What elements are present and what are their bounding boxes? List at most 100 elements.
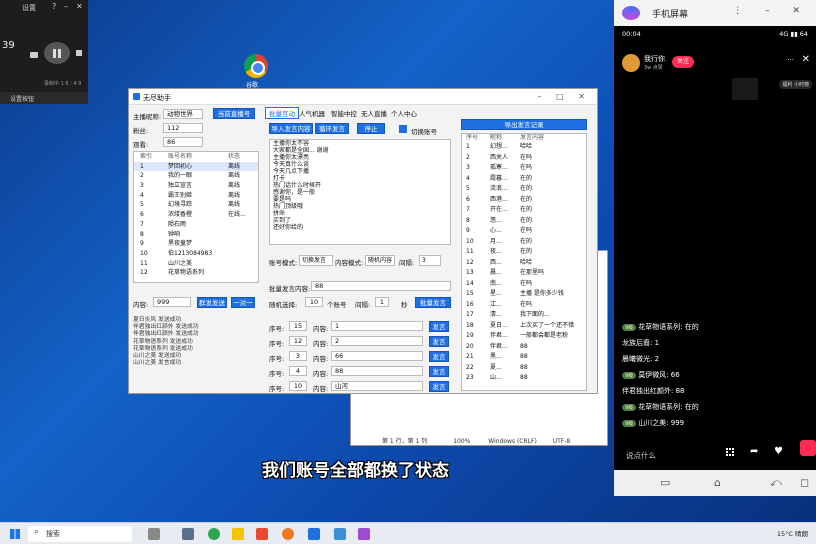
- seq-content-input[interactable]: 1: [331, 321, 423, 331]
- record-row[interactable]: 8 悠... 在的: [462, 216, 586, 227]
- tab-batch[interactable]: 批量互动: [265, 107, 299, 119]
- record-row[interactable]: 13 晨... 在那里吗: [462, 268, 586, 279]
- record-row[interactable]: 1 幻想... 哈哈: [462, 142, 586, 153]
- comment-user[interactable]: 花草物语系列:: [638, 323, 682, 331]
- seq-content-input[interactable]: 山河: [331, 381, 423, 391]
- message-item[interactable]: 买到了: [270, 217, 450, 224]
- record-row[interactable]: 15 星... 主播 是你多少钱: [462, 289, 586, 300]
- stop-icon[interactable]: [76, 50, 82, 56]
- nav-screen-icon[interactable]: ◻: [800, 476, 809, 489]
- seq-send-button[interactable]: 发言: [429, 366, 449, 377]
- message-item[interactable]: 今天真什么谈: [270, 161, 450, 168]
- tab-smart-control[interactable]: 智能中控: [331, 108, 357, 118]
- message-item[interactable]: 今天几点下播: [270, 168, 450, 175]
- grid-icon[interactable]: [726, 448, 734, 456]
- account-row[interactable]: 8 钟响: [134, 230, 258, 240]
- one-by-one-button[interactable]: 一对一: [231, 297, 255, 308]
- record-row[interactable]: 3 孤寒... 在吗: [462, 163, 586, 174]
- phone-window-controls[interactable]: ⋮ – ✕: [733, 6, 810, 16]
- record-row[interactable]: 5 流浪... 在的: [462, 184, 586, 195]
- interval2-input[interactable]: 1: [375, 297, 389, 307]
- record-row[interactable]: 14 南... 在吗: [462, 279, 586, 290]
- content-mode-select[interactable]: 随机内容: [365, 255, 395, 266]
- comment-user[interactable]: 花草物语系列:: [638, 403, 682, 411]
- export-record-button[interactable]: 导出发言记录: [461, 119, 587, 130]
- chrome-taskbar-icon[interactable]: [208, 528, 220, 540]
- account-row[interactable]: 3 独立宣言 离线: [134, 181, 258, 191]
- account-row[interactable]: 4 霸王别姬 离线: [134, 191, 258, 201]
- record-row[interactable]: 16 江... 在吗: [462, 300, 586, 311]
- nav-menu-icon[interactable]: ▭: [660, 476, 670, 489]
- switch-account-checkbox[interactable]: [399, 125, 407, 133]
- account-row[interactable]: 2 我的一眼 离线: [134, 171, 258, 181]
- interval-input[interactable]: 3: [419, 255, 441, 266]
- comment-user[interactable]: 莫伊微风:: [638, 371, 668, 379]
- account-mode-select[interactable]: 切换发言: [299, 255, 333, 266]
- record-row[interactable]: 10 月... 在的: [462, 237, 586, 248]
- seq-input[interactable]: 3: [289, 351, 307, 361]
- browser-icon[interactable]: [282, 528, 294, 540]
- loop-send-button[interactable]: 循环发言: [315, 123, 349, 134]
- record-row[interactable]: 7 开在... 在的: [462, 205, 586, 216]
- seq-send-button[interactable]: 发言: [429, 351, 449, 362]
- message-item[interactable]: 还好你给的: [270, 224, 450, 231]
- account-row[interactable]: 7 陨石雨: [134, 220, 258, 230]
- chrome-icon[interactable]: [244, 54, 268, 78]
- account-row[interactable]: 9 黑夜童梦: [134, 239, 258, 249]
- window-controls[interactable]: – □ ✕: [538, 92, 591, 101]
- switch-account-button[interactable]: 当前直播号: [213, 108, 255, 119]
- record-row[interactable]: 17 清... 我下面的...: [462, 310, 586, 321]
- message-item[interactable]: 感谢你，是一般: [270, 189, 450, 196]
- record-row[interactable]: 11 夜... 在的: [462, 247, 586, 258]
- message-list[interactable]: 主播你太不容 大家都是全国... 谢谢 主播你太漂亮 今天真什么谈 今天几点下播 打卡 热门…: [269, 139, 451, 245]
- record-row[interactable]: 9 心... 在吗: [462, 226, 586, 237]
- taskbar-search[interactable]: 搜索: [28, 526, 132, 542]
- like-icon[interactable]: ♥: [774, 446, 783, 457]
- room-input[interactable]: 动物世界: [163, 109, 203, 119]
- import-messages-button[interactable]: 导入发言内容: [269, 123, 313, 134]
- nav-back-icon[interactable]: ⤺: [770, 476, 782, 490]
- batch-content-input[interactable]: 88: [311, 281, 451, 291]
- seq-content-input[interactable]: 2: [331, 336, 423, 346]
- help-icon[interactable]: ?: [52, 2, 56, 11]
- message-item[interactable]: 打卡: [270, 175, 450, 182]
- app-icon-2[interactable]: [308, 528, 320, 540]
- pause-button[interactable]: [44, 42, 70, 64]
- seq-send-button[interactable]: 发言: [429, 321, 449, 332]
- message-item[interactable]: 热门顶级哦: [270, 203, 450, 210]
- content-input[interactable]: 999: [153, 297, 191, 307]
- record-row[interactable]: 6 西港... 在的: [462, 195, 586, 206]
- tab-popularity[interactable]: 人气机器: [299, 108, 325, 118]
- account-row[interactable]: 10 伯1213084983: [134, 249, 258, 259]
- seq-send-button[interactable]: 发言: [429, 336, 449, 347]
- account-row[interactable]: 6 浓缕香橙 在线...: [134, 210, 258, 220]
- send-all-button[interactable]: 群发发送: [197, 297, 227, 308]
- app-icon-1[interactable]: [148, 528, 160, 540]
- record-row[interactable]: 23 山... 88: [462, 373, 586, 384]
- comment-user[interactable]: 晨曦微光:: [622, 355, 652, 363]
- seq-input[interactable]: 4: [289, 366, 307, 376]
- message-item[interactable]: 主播你太漂亮: [270, 154, 450, 161]
- comment-user[interactable]: 龙族后裔:: [622, 339, 652, 347]
- random-count-input[interactable]: 10: [305, 297, 323, 307]
- account-row[interactable]: 11 山川之美: [134, 259, 258, 269]
- camera-icon[interactable]: [30, 52, 38, 58]
- seq-input[interactable]: 10: [289, 381, 307, 391]
- wps-icon[interactable]: [256, 528, 268, 540]
- gift-icon[interactable]: [800, 440, 816, 456]
- tab-unmanned[interactable]: 无人直播: [361, 108, 387, 118]
- nav-home-icon[interactable]: ⌂: [714, 476, 721, 489]
- account-row[interactable]: 1 梦回初心 离线: [134, 161, 258, 172]
- message-item[interactable]: 大家都是全国... 谢谢: [270, 147, 450, 154]
- follow-button[interactable]: 关注: [672, 56, 694, 68]
- explorer-icon[interactable]: [232, 528, 244, 540]
- host-avatar[interactable]: [622, 54, 640, 72]
- stop-button[interactable]: 停止: [357, 123, 385, 134]
- tab-personal[interactable]: 个人中心: [391, 108, 417, 118]
- account-row[interactable]: 5 幻境寻踪 离线: [134, 200, 258, 210]
- app-icon-3[interactable]: [334, 528, 346, 540]
- minimize-icon[interactable]: –: [64, 2, 68, 11]
- rank-badge[interactable]: 福利 小时榜: [779, 80, 812, 89]
- comment-user[interactable]: 山川之美:: [638, 419, 668, 427]
- share-icon[interactable]: ➦: [750, 446, 758, 457]
